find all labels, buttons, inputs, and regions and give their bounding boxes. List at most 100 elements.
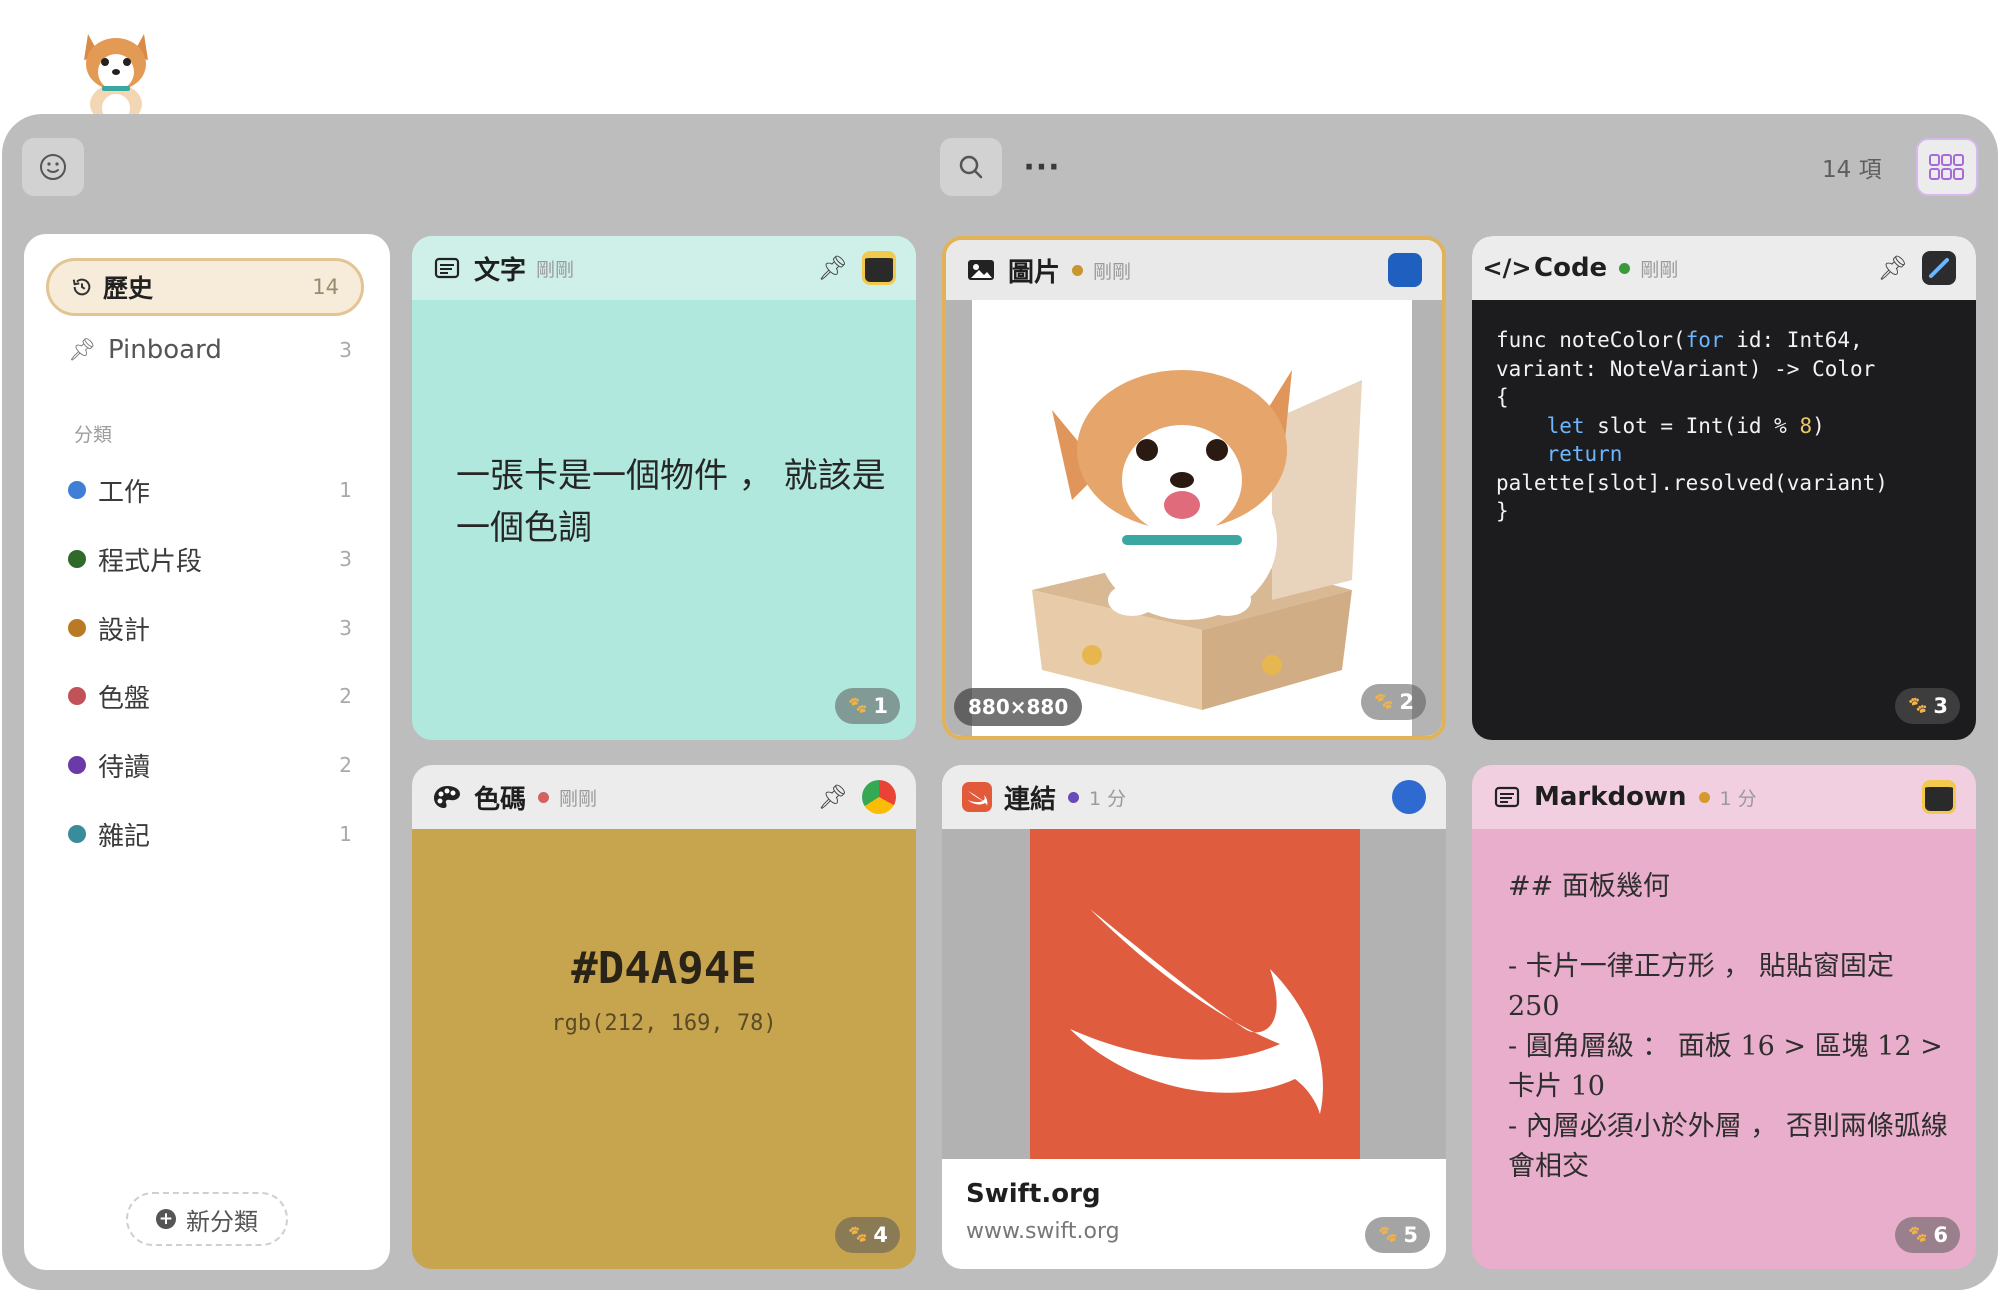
category-color-dot — [68, 550, 86, 568]
markdown-content: ## 面板幾何 - 卡片一律正方形 ， 貼貼窗固定 250 - 圓角層級 ： 面… — [1508, 867, 1948, 1187]
code-content: func noteColor(for id: Int64, variant: N… — [1496, 328, 1888, 523]
sidebar-item-count: 14 — [312, 275, 339, 299]
sidebar-item-category[interactable]: 雜記 1 — [68, 814, 364, 854]
paw-icon: 🐾︎ — [1906, 696, 1929, 716]
swift-logo-icon — [962, 782, 992, 812]
sidebar-item-label: 色盤 — [98, 683, 151, 714]
status-dot — [538, 791, 550, 803]
clip-card-code[interactable]: </> Code 剛剛 📌︎ func noteColor(for id: In… — [1472, 236, 1976, 740]
notes-app-icon — [1922, 780, 1956, 814]
card-header: 圖片 剛剛 — [946, 240, 1442, 300]
text-document-icon — [432, 253, 462, 283]
clip-card-text[interactable]: 文字 剛剛 📌︎ 一張卡是一個物件 ， 就該是一個色調 🐾︎ 1 — [412, 236, 916, 740]
paw-icon: 🐾︎ — [846, 1225, 869, 1245]
card-time: 1 分 — [1719, 787, 1757, 810]
sidebar-item-label: 設計 — [98, 615, 151, 646]
emoji-button[interactable] — [22, 138, 84, 196]
card-time: 剛剛 — [536, 258, 575, 281]
paw-icon: 🐾︎ — [1372, 692, 1395, 712]
link-preview-image — [942, 829, 1446, 1159]
card-header: </> Code 剛剛 📌︎ — [1472, 236, 1976, 300]
sidebar-item-category[interactable]: 工作 1 — [68, 470, 364, 510]
sidebar-item-count: 2 — [339, 753, 352, 777]
sidebar-item-label: Pinboard — [107, 335, 222, 365]
image-preview — [972, 300, 1412, 736]
sidebar-item-count: 1 — [339, 822, 352, 846]
categories-section-label: 分類 — [74, 424, 113, 446]
clip-card-image[interactable]: 圖片 剛剛 880×880 🐾︎ 2 — [942, 236, 1446, 740]
category-color-dot — [68, 687, 86, 705]
clip-card-color[interactable]: 色碼 剛剛 📌︎ #D4A94E rgb(212, 169, 78) 🐾︎ 4 — [412, 765, 916, 1269]
paste-count-badge: 🐾︎ 6 — [1894, 1217, 1960, 1253]
sidebar-item-count: 3 — [339, 616, 352, 640]
pin-icon[interactable]: 📌︎ — [818, 783, 848, 811]
markdown-line: - 內層必須小於外層 ， 否則兩條弧線會相交 — [1508, 1111, 1948, 1182]
palette-icon — [432, 782, 462, 812]
card-body: 一張卡是一個物件 ， 就該是一個色調 — [412, 300, 916, 740]
markdown-line: - 卡片一律正方形 ， 貼貼窗固定 250 — [1508, 951, 1894, 1022]
sidebar-item-pinboard[interactable]: 📌︎ Pinboard 3 — [68, 330, 364, 370]
sidebar-item-label: 雜記 — [98, 821, 151, 852]
markdown-line: - 圓角層級 ： 面板 16 > 區塊 12 > 卡片 10 — [1508, 1031, 1943, 1102]
grid-icon — [1929, 154, 1964, 180]
sidebar-item-label: 歷史 — [103, 274, 154, 303]
editor-app-icon — [1922, 251, 1956, 285]
card-header: Markdown 1 分 — [1472, 765, 1976, 829]
sidebar-item-count: 1 — [339, 478, 352, 502]
status-dot — [1072, 264, 1084, 276]
sidebar-item-category[interactable]: 待讀 2 — [68, 745, 364, 785]
clip-card-link[interactable]: 連結 1 分 Swift.org www.swift.org 🐾︎ 5 — [942, 765, 1446, 1269]
card-title: 圖片 — [1008, 257, 1061, 288]
corgi-mascot — [66, 12, 166, 128]
paste-count-badge: 🐾︎ 3 — [1894, 688, 1960, 724]
clip-card-markdown[interactable]: Markdown 1 分 ## 面板幾何 - 卡片一律正方形 ， 貼貼窗固定 2… — [1472, 765, 1976, 1269]
card-body: func noteColor(for id: Int64, variant: N… — [1472, 300, 1976, 740]
markdown-heading: ## 面板幾何 — [1508, 871, 1670, 902]
paste-count-badge: 🐾︎ 1 — [834, 688, 900, 724]
link-title[interactable]: Swift.org — [966, 1179, 1101, 1209]
color-rgb-value: rgb(212, 169, 78) — [551, 1011, 777, 1036]
sidebar-item-category[interactable]: 色盤 2 — [68, 676, 364, 716]
status-dot — [1068, 791, 1080, 803]
card-title: Code — [1534, 253, 1608, 283]
sidebar-item-count: 2 — [339, 684, 352, 708]
new-category-label: 新分類 — [186, 1207, 258, 1236]
pin-icon[interactable]: 📌︎ — [818, 254, 848, 282]
sidebar-item-count: 3 — [339, 338, 352, 362]
sidebar-item-category[interactable]: 程式片段 3 — [68, 539, 364, 579]
more-options-button[interactable]: ··· — [1012, 142, 1072, 192]
card-time: 1 分 — [1089, 787, 1127, 810]
pin-icon[interactable]: 📌︎ — [1878, 254, 1908, 282]
link-url[interactable]: www.swift.org — [966, 1219, 1120, 1244]
category-color-dot — [68, 756, 86, 774]
status-dot — [1698, 791, 1710, 803]
card-body: 880×880 — [946, 300, 1442, 736]
card-title: Markdown — [1534, 782, 1687, 812]
paste-count-badge: 🐾︎ 4 — [834, 1217, 900, 1253]
card-header: 色碼 剛剛 📌︎ — [412, 765, 916, 829]
search-icon — [959, 155, 983, 179]
swift-bird-logo — [1030, 829, 1360, 1159]
grid-view-button[interactable] — [1916, 138, 1978, 196]
category-color-dot — [68, 825, 86, 843]
paw-icon: 🐾︎ — [846, 696, 869, 716]
paw-icon: 🐾︎ — [1376, 1225, 1399, 1245]
smiley-icon — [40, 154, 66, 180]
category-color-dot — [68, 481, 86, 499]
plus-icon: + — [156, 1209, 176, 1229]
history-clock-icon — [72, 278, 91, 296]
search-button[interactable] — [940, 138, 1002, 196]
card-time: 剛剛 — [1640, 258, 1679, 281]
finder-app-icon — [1388, 253, 1422, 287]
card-title: 連結 — [1004, 784, 1057, 815]
sidebar-item-history[interactable]: 歷史 14 — [46, 258, 364, 316]
card-title: 文字 — [474, 255, 527, 286]
text-document-icon — [1492, 782, 1522, 812]
sidebar-item-count: 3 — [339, 547, 352, 571]
new-category-button[interactable]: + 新分類 — [126, 1192, 288, 1246]
sidebar-item-label: 工作 — [98, 477, 151, 508]
sidebar-item-category[interactable]: 設計 3 — [68, 608, 364, 648]
category-color-dot — [68, 619, 86, 637]
safari-app-icon — [1392, 780, 1426, 814]
pin-icon: 📌︎ — [68, 337, 96, 363]
